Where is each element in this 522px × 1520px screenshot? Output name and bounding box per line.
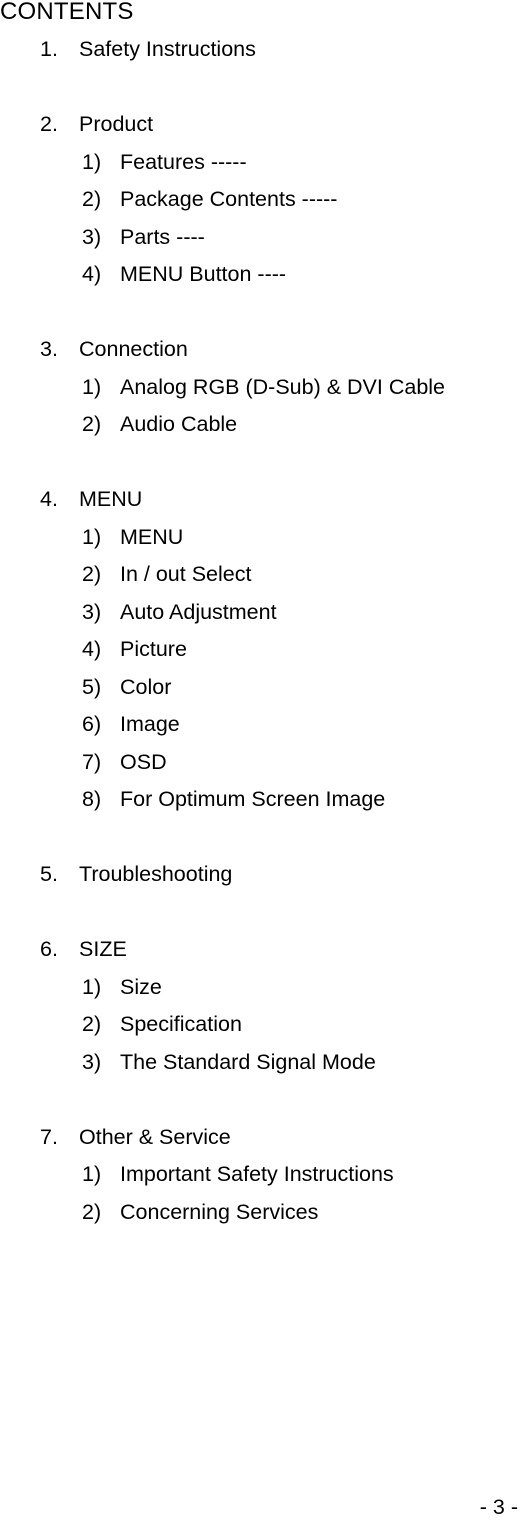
subitem-number: 1) bbox=[82, 149, 102, 174]
section-label: Other & Service bbox=[79, 1124, 231, 1149]
subitem-label: Package Contents ----- bbox=[120, 187, 338, 211]
section-label: SIZE bbox=[79, 937, 127, 961]
subitem-number: 3) bbox=[82, 224, 102, 249]
section-label: Connection bbox=[79, 337, 188, 361]
subitem-label: Size bbox=[120, 974, 162, 999]
page-number: - 3 - bbox=[479, 1495, 518, 1519]
subitem-number: 3) bbox=[82, 599, 102, 624]
subitem-number: 2) bbox=[82, 412, 102, 436]
subitem-label: Parts ---- bbox=[120, 224, 205, 249]
subitem-number: 6) bbox=[82, 712, 102, 736]
subitem-label: Auto Adjustment bbox=[120, 599, 277, 624]
subitem-number: 5) bbox=[82, 674, 102, 699]
subitem-label: The Standard Signal Mode bbox=[120, 1049, 376, 1074]
section-label: Troubleshooting bbox=[79, 862, 233, 886]
subitem-label: Image bbox=[120, 712, 180, 736]
section-number: 1. bbox=[40, 37, 58, 61]
subitem-number: 4) bbox=[82, 637, 102, 661]
subitem-label: For Optimum Screen Image bbox=[120, 787, 386, 811]
section-number: 6. bbox=[40, 937, 58, 961]
section-number: 4. bbox=[40, 487, 58, 511]
subitem-label: MENU Button ---- bbox=[120, 262, 287, 286]
section-label: MENU bbox=[79, 487, 143, 511]
subitem-number: 4) bbox=[82, 262, 102, 286]
subitem-label: MENU bbox=[120, 524, 184, 549]
subitem-label: In / out Select bbox=[120, 562, 252, 586]
subitem-label: Picture bbox=[120, 637, 187, 661]
section-number: 5. bbox=[40, 862, 58, 886]
page-title: CONTENTS bbox=[0, 0, 134, 25]
subitem-number: 1) bbox=[82, 1162, 102, 1186]
subitem-number: 2) bbox=[82, 1012, 102, 1036]
section-number: 2. bbox=[40, 112, 58, 136]
section-label: Safety Instructions bbox=[79, 37, 256, 61]
section-number: 7. bbox=[40, 1124, 58, 1149]
subitem-number: 7) bbox=[82, 749, 102, 774]
subitem-label: Concerning Services bbox=[120, 1199, 319, 1224]
subitem-label: Analog RGB (D-Sub) & DVI Cable bbox=[120, 374, 446, 399]
subitem-number: 8) bbox=[82, 787, 102, 811]
subitem-number: 3) bbox=[82, 1049, 102, 1074]
subitem-number: 2) bbox=[82, 562, 102, 586]
section-number: 3. bbox=[40, 337, 58, 361]
section-label: Product bbox=[79, 112, 154, 136]
subitem-number: 1) bbox=[82, 974, 102, 999]
subitem-number: 1) bbox=[82, 524, 102, 549]
subitem-number: 2) bbox=[82, 1199, 102, 1224]
subitem-label: Specification bbox=[120, 1012, 242, 1036]
subitem-label: Important Safety Instructions bbox=[120, 1162, 394, 1186]
subitem-label: Audio Cable bbox=[120, 412, 238, 436]
subitem-label: Features ----- bbox=[120, 149, 247, 174]
subitem-label: OSD bbox=[120, 749, 167, 774]
subitem-number: 1) bbox=[82, 374, 102, 399]
subitem-label: Color bbox=[120, 674, 172, 699]
subitem-number: 2) bbox=[82, 187, 102, 211]
